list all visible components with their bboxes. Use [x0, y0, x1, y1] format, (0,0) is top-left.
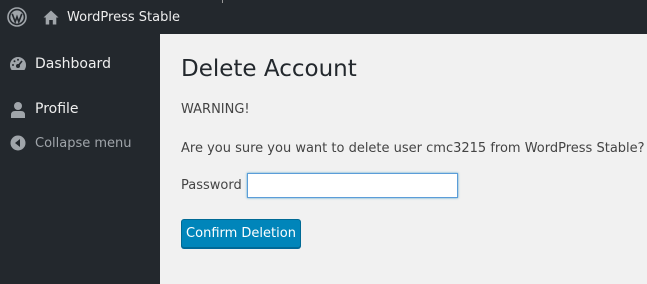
page-title: Delete Account	[181, 56, 357, 82]
admin-bar: WordPress Stable	[0, 0, 647, 34]
main-content: Delete Account WARNING! Are you sure you…	[160, 34, 647, 284]
site-name-link[interactable]: WordPress Stable	[34, 0, 180, 34]
warning-text: WARNING!	[181, 102, 250, 117]
confirmation-message: Are you sure you want to delete user cmc…	[181, 141, 645, 156]
password-label: Password	[181, 178, 242, 193]
password-row: Password	[181, 173, 458, 198]
password-input[interactable]	[246, 173, 458, 198]
dashboard-icon	[8, 54, 28, 74]
sidebar-item-label: Dashboard	[35, 56, 111, 72]
home-icon	[42, 8, 60, 26]
sidebar-item-profile[interactable]: Profile	[0, 92, 160, 126]
wordpress-logo-icon[interactable]	[0, 0, 34, 34]
sidebar-item-label: Collapse menu	[35, 135, 132, 151]
sidebar-item-label: Profile	[35, 101, 79, 117]
sidebar-item-dashboard[interactable]: Dashboard	[0, 47, 160, 81]
collapse-arrow-icon	[8, 133, 28, 153]
confirm-deletion-button[interactable]: Confirm Deletion	[181, 219, 301, 248]
user-icon	[8, 99, 28, 119]
collapse-menu-button[interactable]: Collapse menu	[0, 126, 160, 160]
site-name: WordPress Stable	[67, 9, 180, 25]
admin-sidebar: Dashboard Profile Collapse menu	[0, 34, 160, 284]
adminbar-divider	[222, 0, 223, 3]
